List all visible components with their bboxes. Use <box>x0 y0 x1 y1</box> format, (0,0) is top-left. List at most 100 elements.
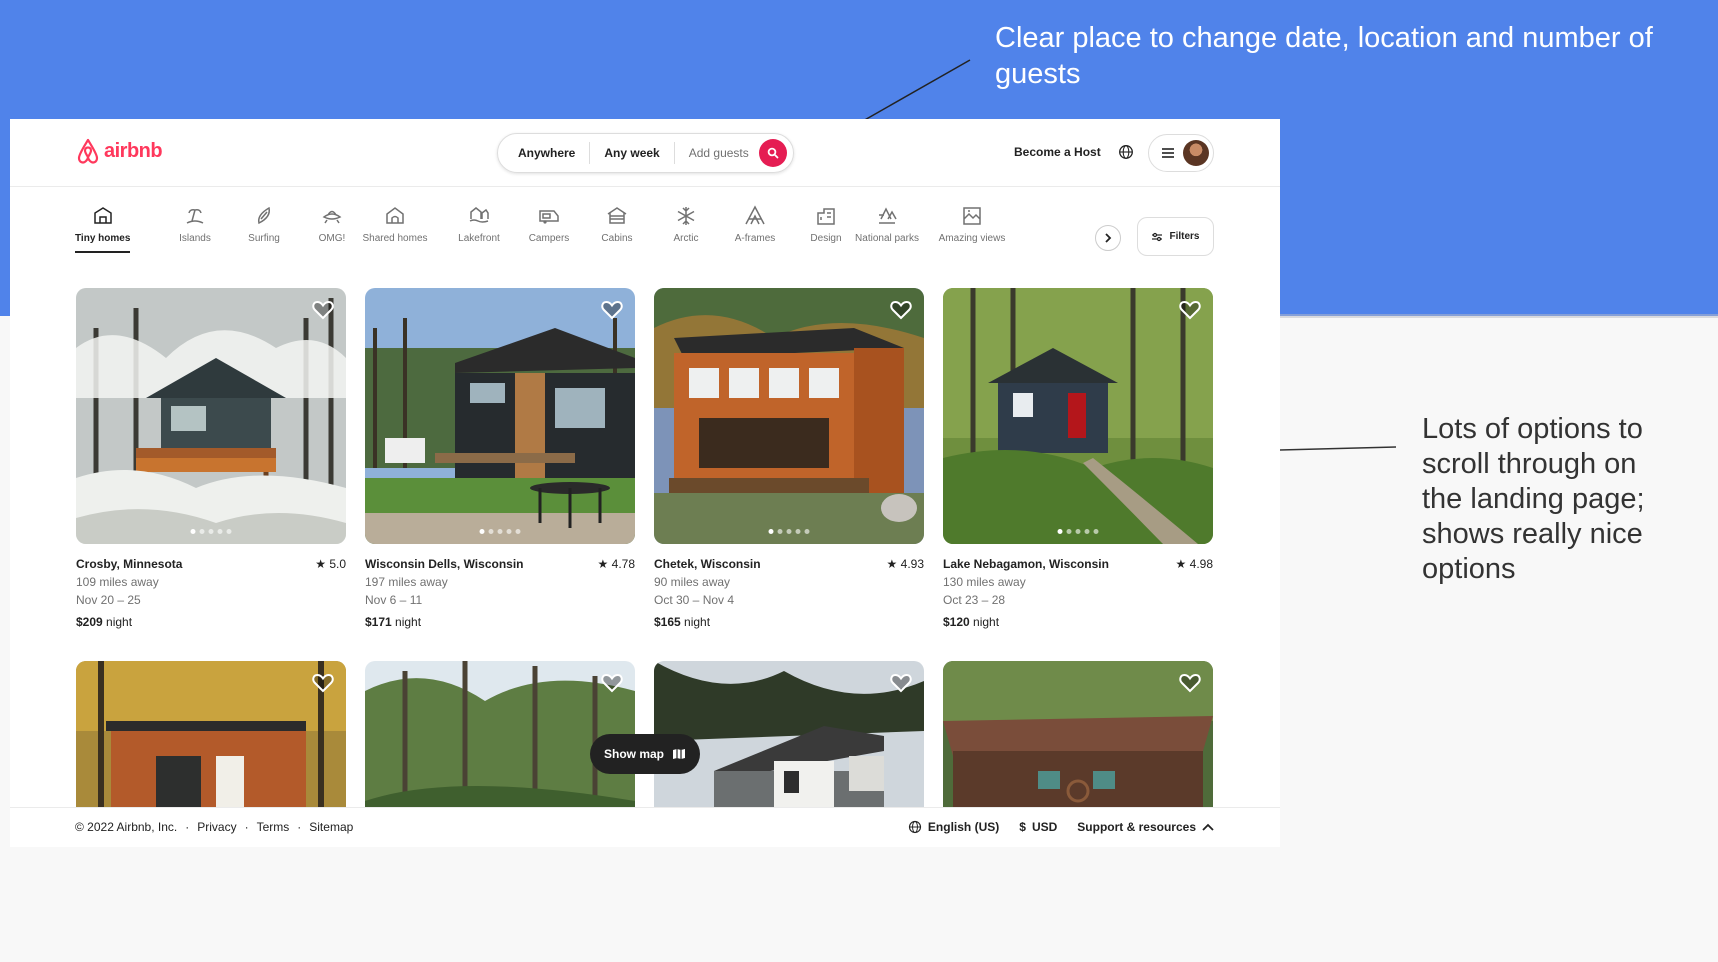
listing-photo[interactable] <box>654 288 924 544</box>
footer-currency: USD <box>1031 820 1058 834</box>
listing-photo[interactable] <box>76 288 346 544</box>
category-arctic[interactable]: Arctic <box>646 201 726 244</box>
listing-price: $209 night <box>76 613 346 631</box>
show-map-button[interactable]: Show map <box>590 734 700 774</box>
listing-meta: Chetek, Wisconsin ★ 4.93 90 miles away O… <box>654 555 924 631</box>
listing-photo-image <box>654 288 924 544</box>
footer-currency-button[interactable]: $ USD <box>1019 820 1057 834</box>
filters-button[interactable]: Filters <box>1137 217 1214 256</box>
category-label: A-frames <box>734 233 776 244</box>
listing-dates: Nov 20 – 25 <box>76 593 141 607</box>
header: airbnb Anywhere Any week Add guests Beco… <box>10 119 1280 187</box>
listing-price: $165 night <box>654 613 924 631</box>
listing-distance: 130 miles away <box>943 575 1026 589</box>
rating-value: 4.78 <box>611 557 635 571</box>
chevron-up-icon <box>1202 823 1214 831</box>
category-a-frames[interactable]: A-frames <box>715 201 795 244</box>
category-lakefront[interactable]: Lakefront <box>439 201 519 244</box>
category-cabins[interactable]: Cabins <box>577 201 657 244</box>
heart-icon[interactable] <box>312 673 334 693</box>
heart-icon[interactable] <box>890 673 912 693</box>
footer: © 2022 Airbnb, Inc. · Privacy · Terms · … <box>10 807 1280 847</box>
chevron-right-icon <box>1105 233 1112 243</box>
search-any-week[interactable]: Any week <box>590 142 673 164</box>
heart-icon[interactable] <box>1179 300 1201 320</box>
listing-card[interactable]: Lake Nebagamon, Wisconsin ★ 4.98 130 mil… <box>943 288 1213 631</box>
price-amount: $165 <box>654 615 681 629</box>
snowflake-icon <box>677 207 695 225</box>
heart-icon[interactable] <box>1179 673 1201 693</box>
heart-icon[interactable] <box>601 673 623 693</box>
category-national-parks[interactable]: National parks <box>847 201 927 244</box>
listing-photo[interactable] <box>365 288 635 544</box>
heart-icon[interactable] <box>601 300 623 320</box>
hamburger-menu-icon <box>1162 148 1174 158</box>
rating-value: 4.98 <box>1189 557 1213 571</box>
footer-copyright: © 2022 Airbnb, Inc. <box>75 820 178 834</box>
airbnb-window: airbnb Anywhere Any week Add guests Beco… <box>10 119 1280 847</box>
listing-photo[interactable] <box>943 288 1213 544</box>
category-amazing-views[interactable]: Amazing views <box>932 201 1012 244</box>
listing-rating: ★ 4.93 <box>886 557 924 571</box>
footer-language-button[interactable]: English (US) <box>908 820 999 834</box>
avatar <box>1183 140 1209 166</box>
listing-meta: Crosby, Minnesota ★ 5.0 109 miles away N… <box>76 555 346 631</box>
airbnb-logo[interactable]: airbnb <box>75 137 163 165</box>
filters-label: Filters <box>1169 231 1200 242</box>
footer-links: © 2022 Airbnb, Inc. · Privacy · Terms · … <box>75 820 353 834</box>
listing-photo-image <box>943 288 1213 544</box>
filters-icon <box>1152 232 1163 241</box>
language-button[interactable] <box>1118 144 1134 165</box>
listing-price: $171 night <box>365 613 635 631</box>
category-bar: Tiny homes Islands Surfing OMG! Shared homes… <box>75 201 1225 257</box>
search-button[interactable] <box>759 139 787 167</box>
rating-value: 4.93 <box>900 557 924 571</box>
map-icon <box>673 749 685 759</box>
footer-link-terms[interactable]: Terms <box>257 820 290 834</box>
listing-rating: ★ 4.98 <box>1175 557 1213 571</box>
listing-card[interactable]: Wisconsin Dells, Wisconsin ★ 4.78 197 mi… <box>365 288 635 631</box>
listing-distance: 90 miles away <box>654 575 731 589</box>
footer-settings: English (US) $ USD Support & resources <box>908 820 1214 834</box>
listing-card[interactable]: Crosby, Minnesota ★ 5.0 109 miles away N… <box>76 288 346 631</box>
rating-value: 5.0 <box>329 557 346 571</box>
tiny-home-icon <box>93 207 112 224</box>
category-next-button[interactable] <box>1095 225 1121 251</box>
view-icon <box>963 207 981 225</box>
listing-distance: 197 miles away <box>365 575 448 589</box>
user-menu-button[interactable] <box>1148 134 1214 172</box>
national-park-icon <box>879 207 897 224</box>
shared-home-icon <box>386 207 404 224</box>
listing-title: Chetek, Wisconsin <box>654 557 761 571</box>
become-host-link[interactable]: Become a Host <box>1014 145 1101 159</box>
footer-support: Support & resources <box>1077 820 1196 834</box>
price-unit: night <box>973 615 1000 629</box>
camper-icon <box>539 210 559 224</box>
category-label: Arctic <box>673 233 699 244</box>
listing-rating: ★ 5.0 <box>315 557 346 571</box>
a-frame-icon <box>745 205 765 225</box>
footer-separator: · <box>244 820 249 834</box>
category-shared-homes[interactable]: Shared homes <box>355 201 435 244</box>
listing-dates: Oct 23 – 28 <box>943 593 1006 607</box>
search-anywhere[interactable]: Anywhere <box>498 142 589 164</box>
heart-icon[interactable] <box>890 300 912 320</box>
footer-link-privacy[interactable]: Privacy <box>197 820 236 834</box>
price-unit: night <box>106 615 133 629</box>
category-tiny-homes[interactable]: Tiny homes <box>75 201 130 244</box>
category-islands[interactable]: Islands <box>155 201 235 244</box>
heart-icon[interactable] <box>312 300 334 320</box>
lakefront-icon <box>469 207 489 223</box>
category-label: National parks <box>855 233 919 244</box>
search-add-guests[interactable]: Add guests <box>675 142 763 164</box>
footer-support-button[interactable]: Support & resources <box>1077 820 1214 834</box>
listing-meta: Lake Nebagamon, Wisconsin ★ 4.98 130 mil… <box>943 555 1213 631</box>
search-bar[interactable]: Anywhere Any week Add guests <box>497 133 794 173</box>
footer-link-sitemap[interactable]: Sitemap <box>309 820 353 834</box>
listing-card[interactable]: Chetek, Wisconsin ★ 4.93 90 miles away O… <box>654 288 924 631</box>
search-icon <box>767 147 779 159</box>
listing-dates: Nov 6 – 11 <box>365 593 423 607</box>
category-label: Cabins <box>601 233 633 244</box>
category-label: Shared homes <box>362 233 428 244</box>
logo-text: airbnb <box>104 139 163 162</box>
